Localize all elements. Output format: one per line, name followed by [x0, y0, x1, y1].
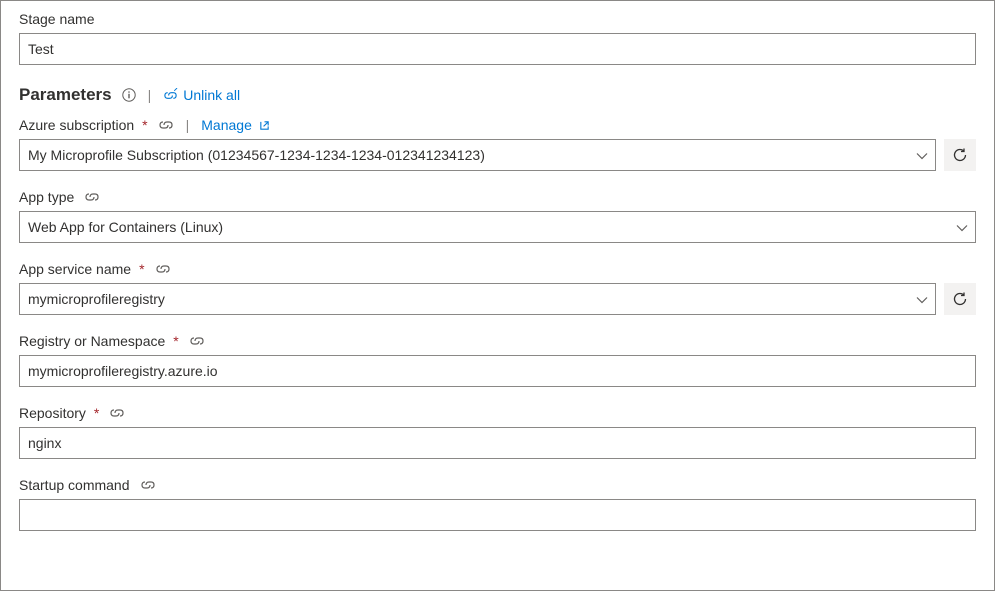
stage-name-label: Stage name: [19, 11, 95, 27]
manage-link[interactable]: Manage: [201, 117, 270, 133]
startup-command-label: Startup command: [19, 477, 130, 493]
unlink-all-label: Unlink all: [183, 87, 240, 103]
registry-namespace-label-row: Registry or Namespace*: [19, 333, 976, 349]
azure-subscription-value: My Microprofile Subscription (01234567-1…: [28, 147, 485, 163]
link-icon[interactable]: [140, 479, 156, 491]
repository-label: Repository*: [19, 405, 99, 421]
app-type-value: Web App for Containers (Linux): [28, 219, 223, 235]
repository-group: Repository*: [19, 405, 976, 459]
required-marker: *: [173, 333, 178, 349]
info-icon[interactable]: [122, 88, 136, 102]
parameters-title: Parameters: [19, 85, 112, 105]
refresh-icon: [952, 147, 968, 163]
refresh-icon: [952, 291, 968, 307]
app-service-name-select[interactable]: mymicroprofileregistry: [19, 283, 936, 315]
link-icon[interactable]: [158, 119, 174, 131]
manage-label: Manage: [201, 117, 252, 133]
link-icon[interactable]: [189, 335, 205, 347]
azure-subscription-select[interactable]: My Microprofile Subscription (01234567-1…: [19, 139, 936, 171]
repository-input[interactable]: [19, 427, 976, 459]
registry-namespace-input[interactable]: [19, 355, 976, 387]
app-type-label-row: App type: [19, 189, 976, 205]
app-type-label: App type: [19, 189, 74, 205]
stage-name-group: Stage name: [19, 11, 976, 65]
azure-subscription-label-row: Azure subscription* | Manage: [19, 117, 976, 133]
startup-command-input[interactable]: [19, 499, 976, 531]
parameters-header: Parameters | Unlink all: [19, 85, 976, 105]
link-icon[interactable]: [155, 263, 171, 275]
required-marker: *: [142, 117, 147, 133]
app-service-name-value: mymicroprofileregistry: [28, 291, 165, 307]
divider: |: [148, 87, 152, 103]
external-link-icon: [259, 120, 270, 131]
link-icon[interactable]: [109, 407, 125, 419]
refresh-button[interactable]: [944, 283, 976, 315]
azure-subscription-group: Azure subscription* | Manage: [19, 117, 976, 171]
startup-command-label-row: Startup command: [19, 477, 976, 493]
refresh-button[interactable]: [944, 139, 976, 171]
required-marker: *: [94, 405, 99, 421]
repository-label-row: Repository*: [19, 405, 976, 421]
unlink-all-link[interactable]: Unlink all: [163, 87, 240, 103]
link-icon[interactable]: [84, 191, 100, 203]
unlink-icon: [163, 88, 178, 103]
app-service-name-label: App service name*: [19, 261, 145, 277]
app-type-select[interactable]: Web App for Containers (Linux): [19, 211, 976, 243]
startup-command-group: Startup command: [19, 477, 976, 531]
stage-name-input[interactable]: [19, 33, 976, 65]
registry-namespace-group: Registry or Namespace*: [19, 333, 976, 387]
app-service-name-group: App service name* mymicroprofileregistry: [19, 261, 976, 315]
app-type-group: App type Web App for Containers (Linux): [19, 189, 976, 243]
required-marker: *: [139, 261, 144, 277]
registry-namespace-label: Registry or Namespace*: [19, 333, 179, 349]
azure-subscription-label: Azure subscription*: [19, 117, 148, 133]
divider: |: [186, 117, 190, 133]
app-service-name-label-row: App service name*: [19, 261, 976, 277]
form-container: Stage name Parameters | Unlink all Azur: [0, 0, 995, 591]
